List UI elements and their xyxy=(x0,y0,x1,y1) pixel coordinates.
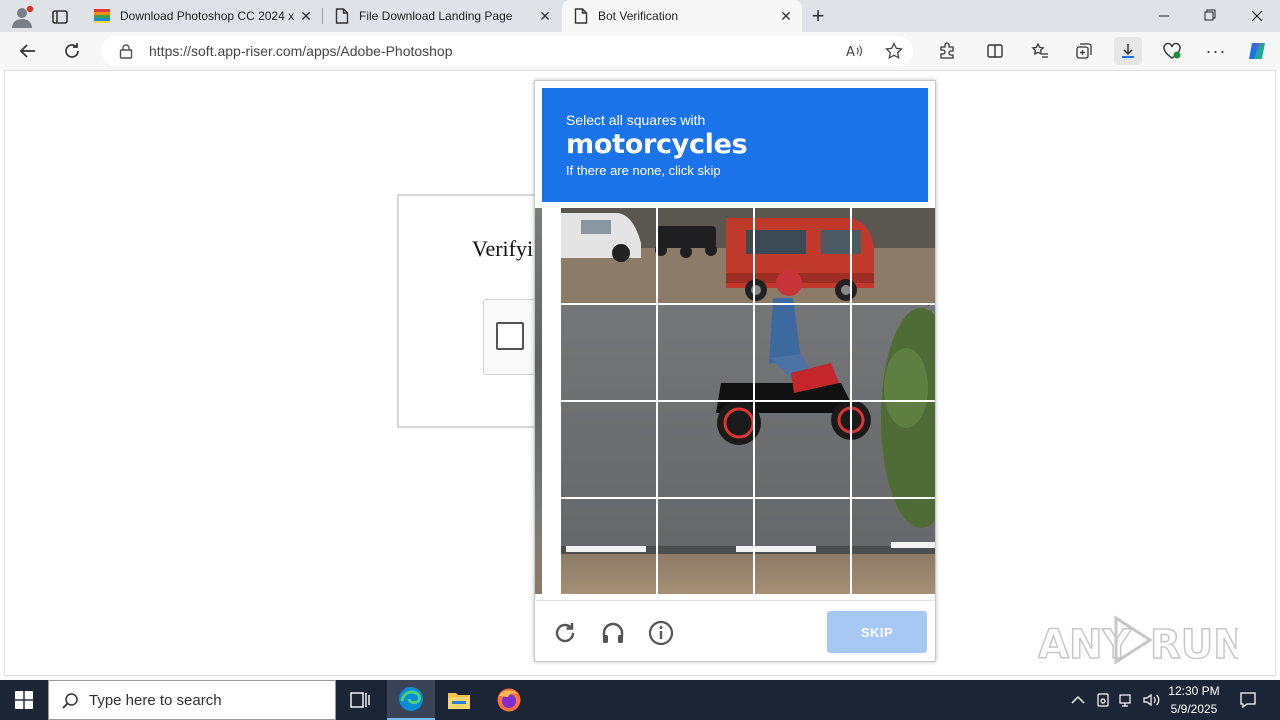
back-arrow-icon[interactable] xyxy=(14,37,42,65)
verification-heading: Verifyi xyxy=(472,236,534,261)
firefox-icon[interactable] xyxy=(485,680,533,720)
colorful-flag-icon xyxy=(94,8,110,24)
captcha-prompt-header: Select all squares with motorcycles If t… xyxy=(542,88,928,202)
captcha-target-word: motorcycles xyxy=(566,129,748,160)
tab-photoshop[interactable]: Download Photoshop CC 2024 x ✕ xyxy=(84,0,322,32)
captcha-footer-divider xyxy=(536,600,934,601)
captcha-tile[interactable] xyxy=(561,499,657,594)
captcha-tile[interactable] xyxy=(755,305,851,401)
url-text: https://soft.app-riser.com/apps/Adobe-Ph… xyxy=(149,43,453,59)
tab-label: Download Photoshop CC 2024 x xyxy=(120,9,295,23)
captcha-instruction: Select all squares with xyxy=(566,112,706,128)
tab-label: File Download Landing Page xyxy=(359,9,513,23)
tab-actions-icon[interactable] xyxy=(50,7,70,27)
skip-button[interactable]: SKIP xyxy=(827,611,927,653)
collections-icon[interactable] xyxy=(1070,37,1098,65)
close-icon[interactable]: ✕ xyxy=(298,8,314,24)
refresh-icon[interactable] xyxy=(58,37,86,65)
anyrun-watermark-logo: ANY RUN xyxy=(1037,612,1248,670)
captcha-tile[interactable] xyxy=(561,402,657,498)
favorites-list-icon[interactable] xyxy=(1026,37,1054,65)
captcha-tile[interactable] xyxy=(755,402,851,498)
read-aloud-icon[interactable]: A xyxy=(845,42,863,60)
captcha-tile[interactable] xyxy=(755,499,851,594)
page-icon xyxy=(335,8,349,24)
device-icon[interactable] xyxy=(1093,690,1113,710)
svg-text:RUN: RUN xyxy=(1150,622,1238,668)
lock-icon[interactable] xyxy=(119,43,133,59)
grid-line xyxy=(561,303,935,305)
volume-icon[interactable] xyxy=(1141,690,1161,710)
refresh-icon[interactable] xyxy=(550,618,580,648)
split-screen-icon[interactable] xyxy=(981,37,1009,65)
captcha-tile[interactable] xyxy=(852,305,935,401)
search-icon xyxy=(61,692,79,710)
page-icon xyxy=(574,8,588,24)
info-icon[interactable] xyxy=(646,618,676,648)
captcha-tile[interactable] xyxy=(658,208,754,304)
network-icon[interactable] xyxy=(1117,690,1137,710)
chevron-up-icon[interactable] xyxy=(1068,690,1088,710)
task-view-icon[interactable] xyxy=(336,680,384,720)
captcha-tile[interactable] xyxy=(658,402,754,498)
tab-label: Bot Verification xyxy=(598,9,679,23)
extensions-puzzle-icon[interactable] xyxy=(933,37,961,65)
captcha-tile[interactable] xyxy=(852,402,935,498)
headphones-icon[interactable] xyxy=(598,618,628,648)
grid-line xyxy=(561,400,935,402)
tab-file-download[interactable]: File Download Landing Page ✕ xyxy=(323,0,561,32)
svg-text:A: A xyxy=(846,45,855,60)
tab-bot-verification[interactable]: Bot Verification ✕ xyxy=(562,0,802,32)
close-icon[interactable]: ✕ xyxy=(537,8,553,24)
taskbar-search-input[interactable]: Type here to search xyxy=(48,680,336,720)
captcha-tile[interactable] xyxy=(755,208,851,304)
captcha-edge-strip xyxy=(535,208,542,594)
copilot-icon[interactable] xyxy=(1243,37,1271,65)
notification-icon[interactable] xyxy=(1238,690,1258,710)
captcha-tile[interactable] xyxy=(852,208,935,304)
captcha-tile[interactable] xyxy=(561,305,657,401)
close-icon[interactable]: ✕ xyxy=(778,8,794,24)
captcha-hint: If there are none, click skip xyxy=(566,163,721,178)
edge-browser-icon[interactable] xyxy=(387,680,435,720)
new-tab-plus-icon[interactable]: + xyxy=(808,5,828,27)
downloads-icon[interactable] xyxy=(1114,37,1142,65)
captcha-tile[interactable] xyxy=(852,499,935,594)
more-options-icon[interactable]: ··· xyxy=(1202,37,1230,65)
window-close-icon[interactable] xyxy=(1243,8,1271,24)
profile-avatar-icon[interactable] xyxy=(10,5,34,29)
captcha-image-grid xyxy=(561,208,935,594)
browser-tab-strip: Download Photoshop CC 2024 x ✕ File Down… xyxy=(0,0,1280,32)
grid-line xyxy=(561,497,935,499)
windows-start-icon[interactable] xyxy=(0,680,48,720)
captcha-tile[interactable] xyxy=(561,208,657,304)
captcha-tile[interactable] xyxy=(658,305,754,401)
minimize-icon[interactable] xyxy=(1150,8,1178,24)
favorite-star-icon[interactable] xyxy=(885,41,903,60)
restore-icon[interactable] xyxy=(1196,8,1224,24)
search-placeholder: Type here to search xyxy=(89,692,222,709)
captcha-tile[interactable] xyxy=(658,499,754,594)
captcha-checkbox[interactable] xyxy=(496,322,524,350)
clock-time[interactable]: 12:30 PM xyxy=(1160,684,1228,698)
file-explorer-icon[interactable] xyxy=(435,680,483,720)
browser-essentials-heart-icon[interactable] xyxy=(1158,37,1186,65)
address-bar[interactable]: https://soft.app-riser.com/apps/Adobe-Ph… xyxy=(101,36,913,66)
clock-date[interactable]: 5/9/2025 xyxy=(1160,702,1228,716)
